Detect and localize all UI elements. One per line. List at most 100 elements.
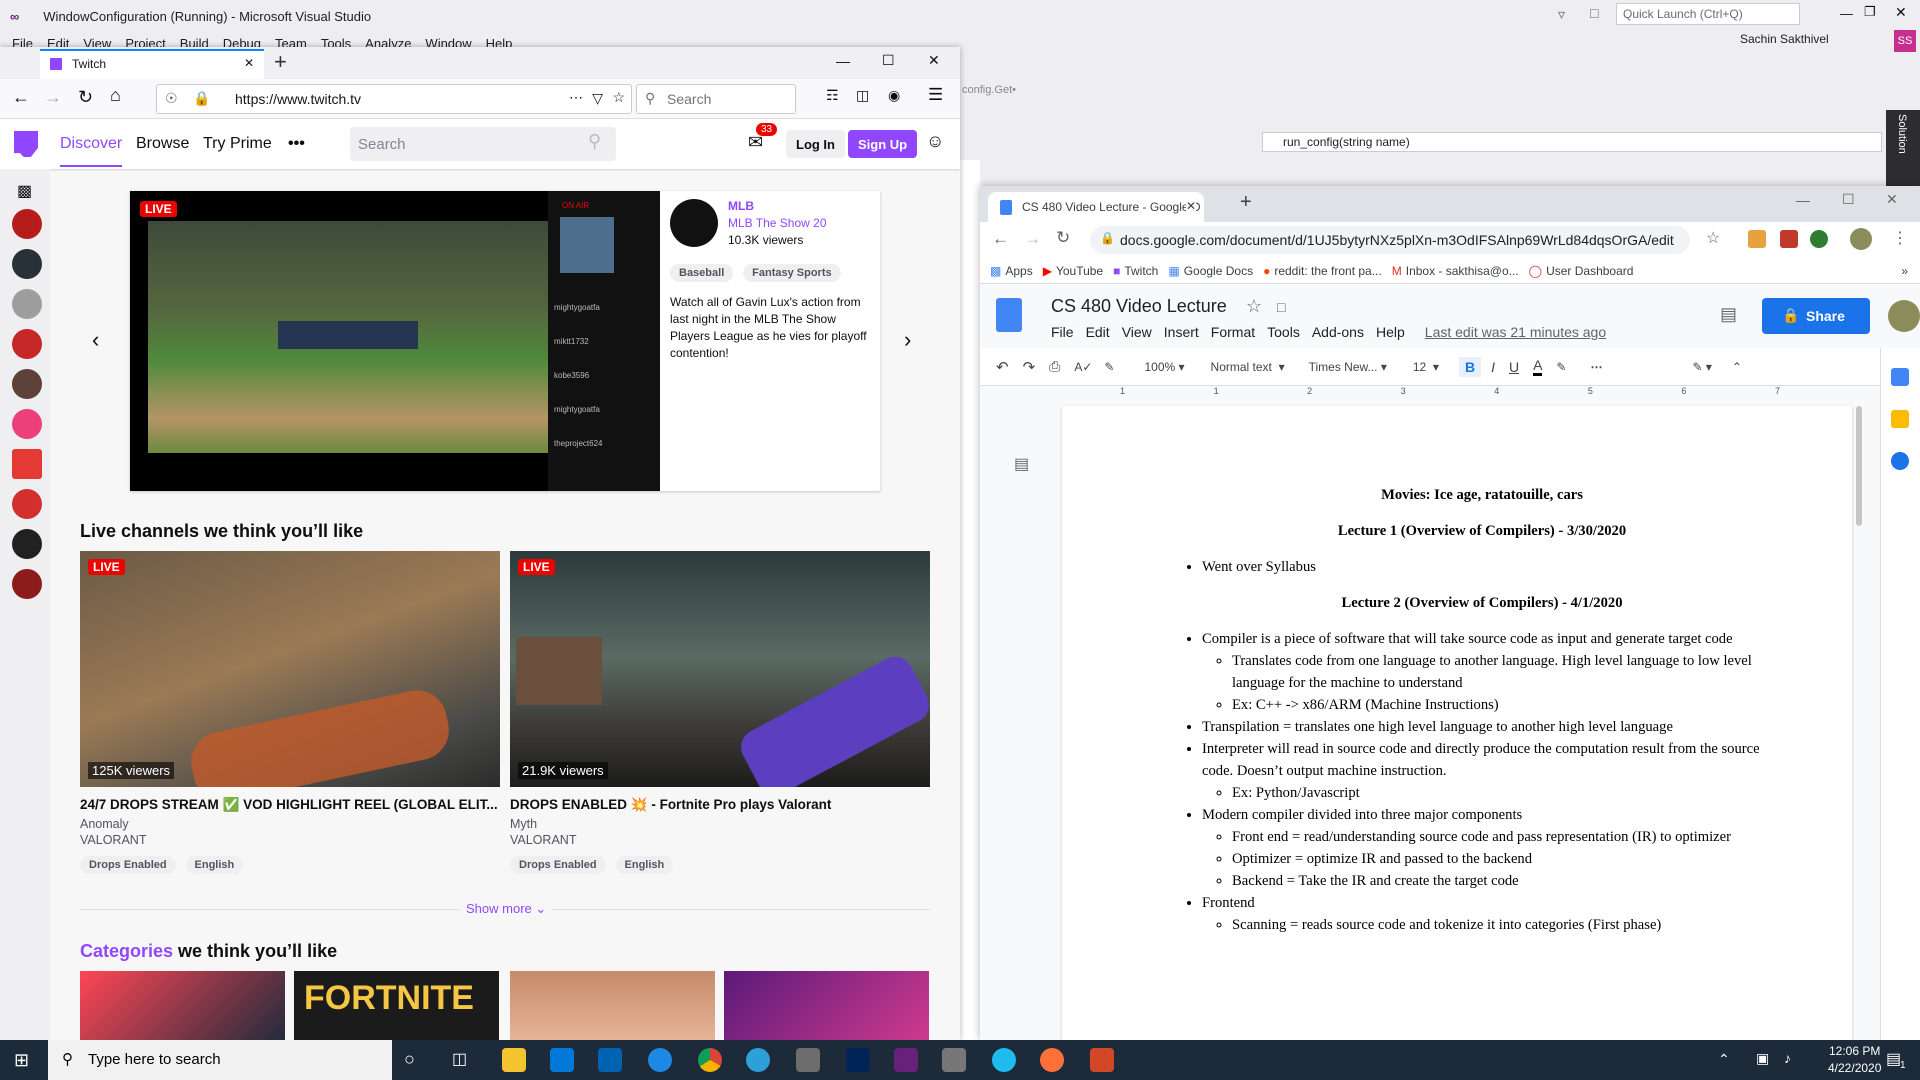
edge-icon[interactable] (746, 1048, 770, 1072)
rail-channel-avatar[interactable] (12, 209, 42, 239)
featured-game-name[interactable]: MLB The Show 20 (728, 216, 874, 230)
cortana-icon[interactable]: ○ (404, 1049, 415, 1070)
back-button[interactable]: ← (12, 87, 30, 108)
chrome-maximize-button[interactable]: ☐ (1842, 191, 1855, 208)
rail-channel-avatar[interactable] (12, 409, 42, 439)
rail-channel-avatar[interactable] (12, 569, 42, 599)
firefox-tab-twitch[interactable]: Twitch ✕ (40, 49, 264, 79)
filter-icon[interactable]: ▿ (1558, 6, 1565, 23)
twitch-logo-icon[interactable] (14, 131, 38, 157)
document-page[interactable]: Movies: Ice age, ratatouille, cars Lectu… (1062, 406, 1852, 1046)
chrome-icon[interactable] (698, 1048, 722, 1072)
redo-icon[interactable]: ↷ (1023, 358, 1036, 376)
mail-icon[interactable] (598, 1048, 622, 1072)
page-actions-icon[interactable]: ⋯ (569, 89, 583, 106)
tag-english[interactable]: English (185, 856, 244, 874)
keep-icon[interactable] (1891, 410, 1909, 428)
bookmark-apps[interactable]: Apps (1005, 264, 1032, 278)
nav-try-prime[interactable]: Try Prime (203, 135, 272, 153)
carousel-next-button[interactable]: › (904, 327, 911, 353)
back-button[interactable]: ← (992, 229, 1009, 249)
docs-menu-edit[interactable]: Edit (1086, 324, 1110, 340)
bookmark-star-icon[interactable]: ☆ (1706, 228, 1720, 248)
docs-scrollbar[interactable] (1856, 406, 1862, 526)
font-size-select[interactable]: 12 ▾ (1413, 360, 1439, 374)
editing-mode-icon[interactable]: ✎ ▾ (1692, 360, 1711, 374)
tag-fantasy-sports[interactable]: Fantasy Sports (743, 264, 841, 282)
stream-card[interactable]: LIVE 21.9K viewers DROPS ENABLED 💥 - For… (510, 551, 930, 874)
bold-button[interactable]: B (1458, 356, 1482, 377)
chrome-menu-icon[interactable]: ⋮ (1892, 228, 1908, 248)
spellcheck-icon[interactable]: A✓ (1074, 360, 1092, 374)
vs-user-avatar[interactable]: SS (1894, 30, 1916, 52)
bookmark-user-dashboard[interactable]: User Dashboard (1546, 264, 1633, 278)
firefox-search-box[interactable]: ⚲ Search (636, 84, 796, 114)
style-select[interactable]: Normal text ▾ (1211, 360, 1285, 374)
twitch-search-button[interactable]: ⚲ (588, 131, 601, 152)
category-card-fortnite[interactable]: FORTNITE (294, 971, 499, 1040)
font-select[interactable]: Times New... ▾ (1309, 360, 1387, 374)
windows-start-icon[interactable]: ⊞ (14, 1050, 29, 1071)
move-folder-icon[interactable]: □ (1277, 299, 1285, 315)
forward-button[interactable]: → (1024, 229, 1041, 249)
apps-grid-icon[interactable]: ▩ (990, 264, 1001, 278)
chrome-close-button[interactable]: ✕ (1886, 191, 1898, 208)
login-button[interactable]: Log In (786, 130, 845, 158)
task-view-icon[interactable]: ◫ (452, 1049, 467, 1069)
docs-logo-icon[interactable] (996, 298, 1022, 332)
extension-icon[interactable] (1748, 230, 1766, 248)
visual-studio-icon[interactable] (894, 1048, 918, 1072)
stream-game[interactable]: VALORANT (80, 833, 500, 847)
stream-title[interactable]: DROPS ENABLED 💥 - Fortnite Pro plays Val… (510, 797, 930, 813)
store-icon[interactable] (550, 1048, 574, 1072)
rail-channel-avatar[interactable] (12, 489, 42, 519)
bookmark-star-icon[interactable]: ☆ (612, 89, 625, 106)
vs-maximize-button[interactable]: ❐ (1864, 4, 1876, 20)
rail-channel-avatar[interactable] (12, 329, 42, 359)
followed-channels-icon[interactable]: ▩ (17, 181, 32, 201)
volume-icon[interactable]: ♪ (1784, 1050, 1791, 1066)
more-bookmarks-icon[interactable]: » (1901, 264, 1908, 278)
bookmark-twitch[interactable]: Twitch (1124, 264, 1158, 278)
sidebar-icon[interactable]: ◫ (856, 87, 869, 104)
italic-button[interactable]: I (1491, 359, 1495, 375)
highlight-icon[interactable]: ✎ (1556, 360, 1566, 374)
more-tools-icon[interactable]: ⋯ (1590, 360, 1602, 374)
paint-format-icon[interactable]: ✎ (1104, 360, 1114, 374)
calendar-icon[interactable] (1891, 368, 1909, 386)
taskbar-search-box[interactable]: ⚲ Type here to search (48, 1040, 392, 1080)
more-options-icon[interactable]: ••• (288, 135, 305, 153)
featured-channel-name[interactable]: MLB (728, 199, 874, 213)
docs-menu-help[interactable]: Help (1376, 324, 1405, 340)
docs-menu-addons[interactable]: Add-ons (1312, 324, 1364, 340)
new-tab-button[interactable]: + (274, 49, 287, 75)
reload-button[interactable]: ↻ (78, 87, 93, 108)
tray-chevron-icon[interactable]: ⌃ (1718, 1051, 1730, 1068)
docs-menu-tools[interactable]: Tools (1267, 324, 1300, 340)
account-icon[interactable]: ◉ (888, 87, 900, 104)
mlb-channel-avatar[interactable] (670, 199, 718, 247)
rail-channel-avatar[interactable] (12, 249, 42, 279)
print-icon[interactable]: ⎙ (1049, 358, 1060, 375)
pocket-icon[interactable]: ▽ (592, 90, 603, 107)
chrome-address-bar[interactable]: 🔒 docs.google.com/document/d/1UJ5bytyrNX… (1090, 226, 1690, 254)
stream-channel[interactable]: Myth (510, 817, 930, 831)
docs-menu-file[interactable]: File (1051, 324, 1074, 340)
nav-discover[interactable]: Discover (60, 135, 123, 167)
text-color-button[interactable]: A (1533, 357, 1543, 376)
twitch-search-input[interactable]: Search (350, 127, 616, 161)
powershell-icon[interactable] (846, 1048, 870, 1072)
vs-member-dropdown[interactable]: run_config(string name) (1262, 132, 1882, 152)
share-button[interactable]: 🔒 Share (1762, 298, 1870, 334)
bookmark-reddit[interactable]: reddit: the front pa... (1274, 264, 1381, 278)
connect-icon[interactable]: □ (1590, 5, 1598, 21)
firefox-url-bar[interactable]: ☉ 🔒 https://www.twitch.tv ⋯ ▽ ☆ (156, 84, 632, 114)
powerpoint-icon[interactable] (1090, 1048, 1114, 1072)
underline-button[interactable]: U (1509, 359, 1519, 375)
tag-english[interactable]: English (615, 856, 674, 874)
taskbar-clock[interactable]: 12:06 PM 4/22/2020 (1828, 1043, 1881, 1077)
rail-channel-avatar[interactable] (12, 529, 42, 559)
new-tab-button[interactable]: + (1240, 191, 1252, 214)
stream-channel[interactable]: Anomaly (80, 817, 500, 831)
vs-config-tab[interactable]: config.Get• (962, 84, 1016, 96)
